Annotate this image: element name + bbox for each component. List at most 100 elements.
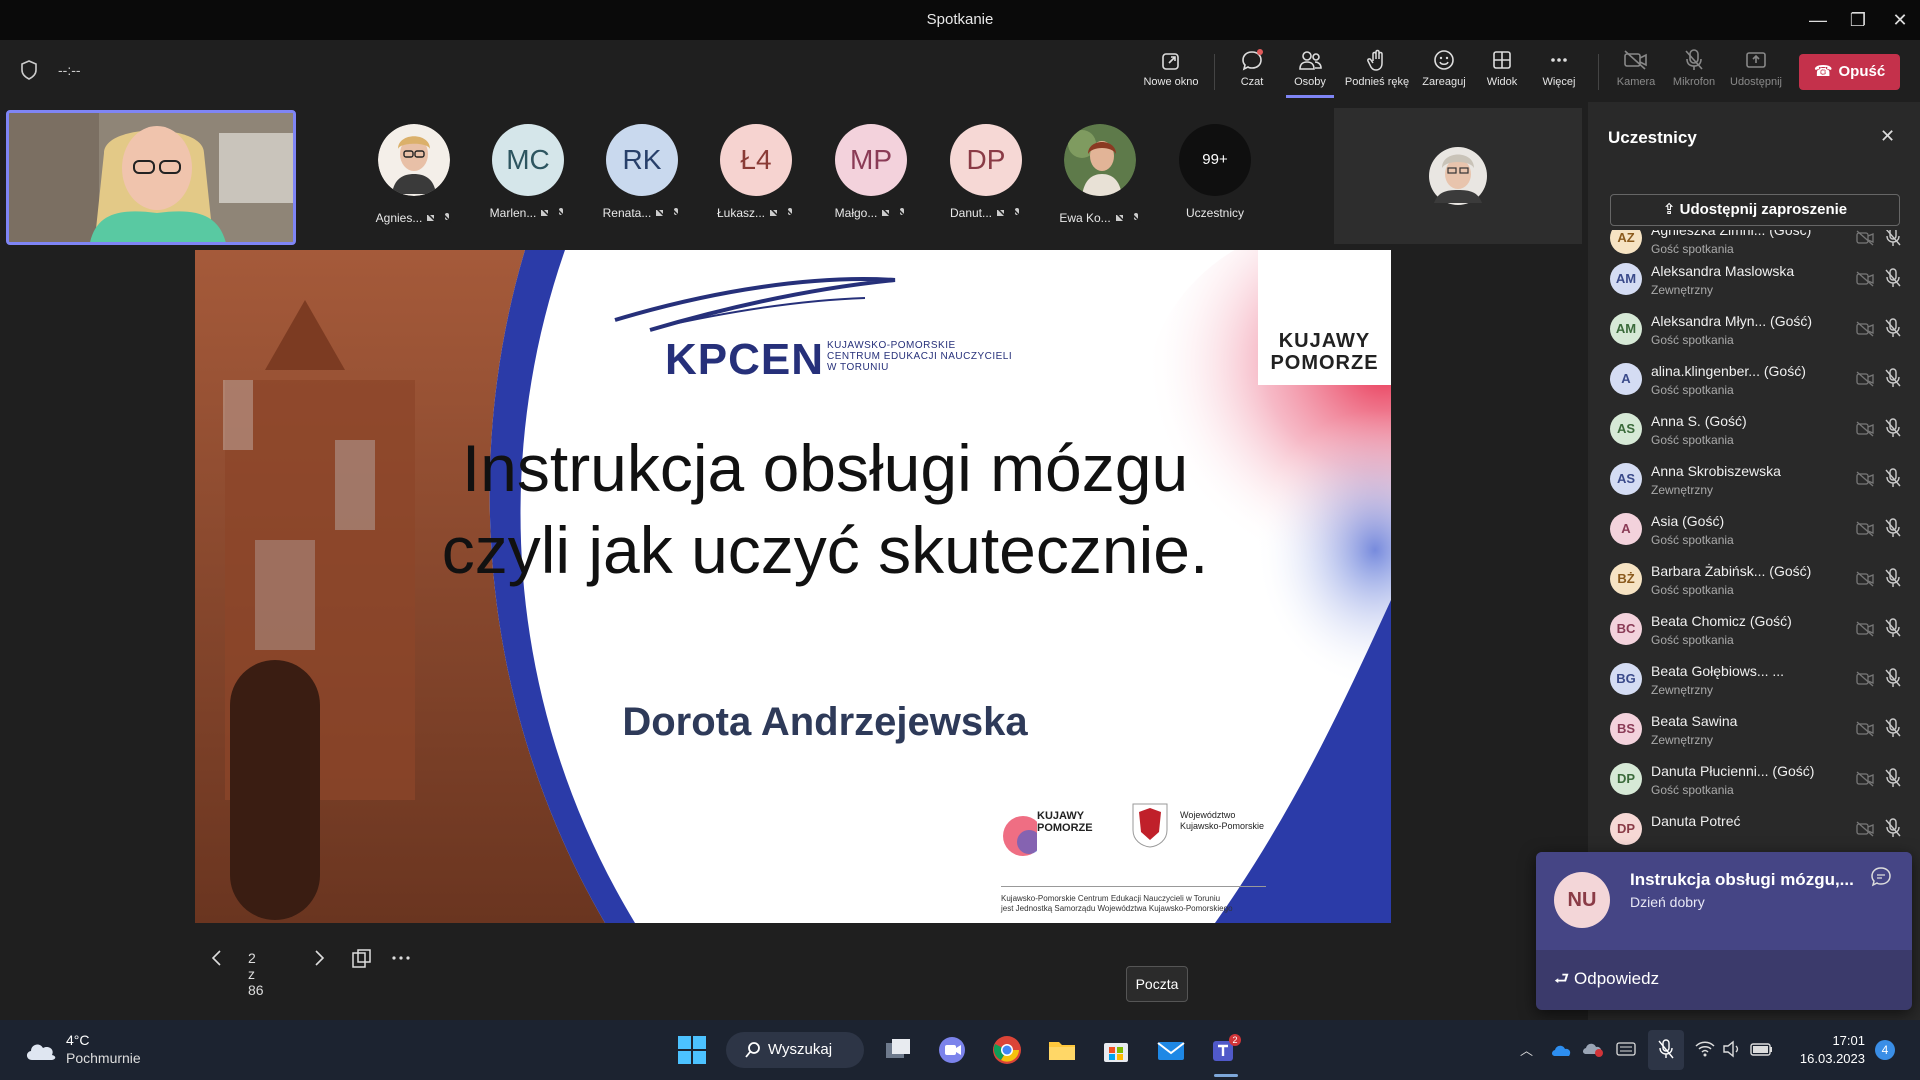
chevron-up-icon[interactable]: ︿: [1520, 1040, 1533, 1059]
clock-time: 17:01: [1832, 1033, 1865, 1048]
chat-label: Czat: [1240, 76, 1264, 88]
participant-avatar: DP: [1610, 763, 1642, 795]
next-slide-button[interactable]: [312, 948, 326, 971]
participant-row[interactable]: DP Danuta Płucienni... (Gość) Gość spotkan…: [1588, 755, 1920, 805]
kujawy-pomorze-badge: KUJAWY POMORZE: [1258, 250, 1391, 385]
camera-button[interactable]: Kamera: [1612, 48, 1660, 98]
mic-off-icon: [1885, 230, 1901, 246]
chat-notification[interactable]: NU Instrukcja obsługi mózgu,... Dzień do…: [1536, 852, 1912, 1010]
notification-title: Instrukcja obsługi mózgu,...: [1630, 870, 1854, 889]
participant-name: Agnieszka Zimni... (Gość): [1651, 230, 1812, 238]
chat-button[interactable]: Czat: [1230, 48, 1274, 98]
slide-title-line-1: Instrukcja obsługi mózgu: [461, 431, 1189, 505]
volume-icon[interactable]: [1722, 1040, 1742, 1058]
mic-button[interactable]: Mikrofon: [1668, 48, 1720, 98]
footer-line: jest Jednostką Samorządu Województwa Kuj…: [1001, 904, 1233, 913]
slide-more-button[interactable]: [390, 948, 412, 971]
slide-grid-button[interactable]: [350, 948, 372, 973]
share-invite-button[interactable]: ⇪ Udostępnij zaproszenie: [1610, 194, 1900, 226]
participant-tile[interactable]: Ewa Ko...: [1045, 124, 1155, 225]
teams-icon[interactable]: 2: [1210, 1034, 1242, 1066]
close-window-button[interactable]: ✕: [1880, 8, 1920, 32]
camera-off-icon: [1856, 621, 1874, 637]
restore-button[interactable]: ❐: [1838, 8, 1878, 32]
mic-off-icon: [1012, 208, 1023, 218]
participant-row[interactable]: AS Anna Skrobiszewska Zewnętrzny: [1588, 455, 1920, 505]
mail-icon[interactable]: [1155, 1034, 1187, 1066]
mic-off-icon: [1885, 318, 1901, 337]
view-button[interactable]: Widok: [1480, 48, 1524, 98]
participant-video-tile[interactable]: [1334, 108, 1582, 244]
participant-row[interactable]: A Asia (Gość) Gość spotkania: [1588, 505, 1920, 555]
participant-row[interactable]: BS Beata Sawina Zewnętrzny: [1588, 705, 1920, 755]
taskbar-search[interactable]: Wyszukaj: [726, 1032, 864, 1068]
onedrive-icon[interactable]: [1550, 1042, 1572, 1058]
participant-name: Barbara Żabińsk... (Gość): [1651, 563, 1812, 579]
participant-tile[interactable]: Agnies...: [359, 124, 469, 225]
notification-badge[interactable]: 4: [1875, 1040, 1895, 1060]
popout-icon: [1162, 53, 1179, 70]
participant-name: Beata Chomicz (Gość): [1651, 613, 1792, 629]
people-icon: [1299, 51, 1322, 70]
share-invite-label: Udostępnij zaproszenie: [1679, 201, 1848, 218]
file-explorer-icon[interactable]: [1046, 1034, 1078, 1066]
participant-row[interactable]: BC Beata Chomicz (Gość) Gość spotkania: [1588, 605, 1920, 655]
participant-tile[interactable]: RK Renata...: [587, 124, 697, 220]
participants-overflow[interactable]: 99+ Uczestnicy: [1160, 124, 1270, 220]
participant-row[interactable]: BG Beata Gołębiows... ... Zewnętrzny: [1588, 655, 1920, 705]
prev-slide-button[interactable]: [210, 948, 224, 971]
participant-tile[interactable]: MP Małgo...: [816, 124, 926, 220]
participant-tile[interactable]: Ł4 Łukasz...: [701, 124, 811, 220]
chrome-icon[interactable]: [991, 1034, 1023, 1066]
minimize-button[interactable]: —: [1798, 8, 1838, 32]
chat-icon: [1242, 49, 1263, 71]
battery-icon[interactable]: [1750, 1041, 1774, 1057]
onedrive-error-icon[interactable]: [1582, 1040, 1604, 1058]
participant-photo: [1064, 124, 1136, 196]
mic-off-icon: [785, 208, 796, 218]
participant-tile[interactable]: MC Marlen...: [473, 124, 583, 220]
store-icon[interactable]: [1100, 1034, 1132, 1066]
new-window-button[interactable]: Nowe okno: [1138, 48, 1204, 98]
view-label: Widok: [1486, 76, 1518, 88]
reply-label: Odpowiedz: [1574, 969, 1660, 988]
title-bar: Spotkanie — ❐ ✕: [0, 0, 1920, 40]
mic-muted-indicator[interactable]: [1648, 1030, 1684, 1070]
task-view-icon[interactable]: [882, 1034, 914, 1066]
toolbar-divider: [1598, 54, 1599, 90]
react-button[interactable]: Zareaguj: [1418, 48, 1470, 98]
raise-hand-button[interactable]: Podnieś rękę: [1342, 48, 1412, 98]
windows-start-icon[interactable]: [676, 1034, 708, 1066]
keyboard-icon[interactable]: [1616, 1042, 1636, 1056]
self-video[interactable]: [6, 110, 296, 245]
camera-off-icon: [997, 208, 1008, 218]
share-button[interactable]: Udostępnij: [1728, 48, 1784, 98]
participant-tile[interactable]: DP Danut...: [931, 124, 1041, 220]
people-button[interactable]: Osoby: [1286, 48, 1334, 98]
participant-avatar: AZ: [1610, 230, 1642, 254]
participant-role: Gość spotkania: [1651, 633, 1734, 647]
camera-off-icon: [1856, 521, 1874, 537]
wifi-icon[interactable]: [1694, 1040, 1716, 1058]
reply-button[interactable]: ⮐ Odpowiedz: [1554, 966, 1659, 995]
mic-off-icon: [1885, 818, 1901, 837]
more-button[interactable]: Więcej: [1536, 48, 1582, 98]
participant-row[interactable]: Aalina.klingenber... (Gość) Gość spotkani…: [1588, 355, 1920, 405]
participant-row[interactable]: DP Danuta Potreć: [1588, 805, 1920, 855]
teams-chat-icon[interactable]: [936, 1034, 968, 1066]
participant-row[interactable]: BŻ Barbara Żabińsk... (Gość) Gość spotkani…: [1588, 555, 1920, 605]
participant-avatar: Ł4: [720, 124, 792, 196]
leave-button[interactable]: ☎ Opuść: [1799, 54, 1900, 90]
participant-row[interactable]: AS Anna S. (Gość) Gość spotkania: [1588, 405, 1920, 455]
participant-row[interactable]: AM Aleksandra Maslowska Zewnętrzny: [1588, 255, 1920, 305]
search-icon: [745, 1042, 760, 1058]
participant-row[interactable]: AM Aleksandra Młyn... (Gość) Gość spotkani…: [1588, 305, 1920, 355]
participant-name: Marlen...: [489, 206, 537, 220]
chat-icon[interactable]: [1870, 866, 1892, 888]
participant-avatar: RK: [606, 124, 678, 196]
badge-line: POMORZE: [1270, 352, 1379, 374]
system-clock[interactable]: 17:01 16.03.2023: [1795, 1032, 1865, 1068]
leave-label: Opuść: [1838, 63, 1886, 80]
panel-close-button[interactable]: ✕: [1880, 126, 1895, 147]
share-icon: ⇪: [1662, 201, 1680, 218]
